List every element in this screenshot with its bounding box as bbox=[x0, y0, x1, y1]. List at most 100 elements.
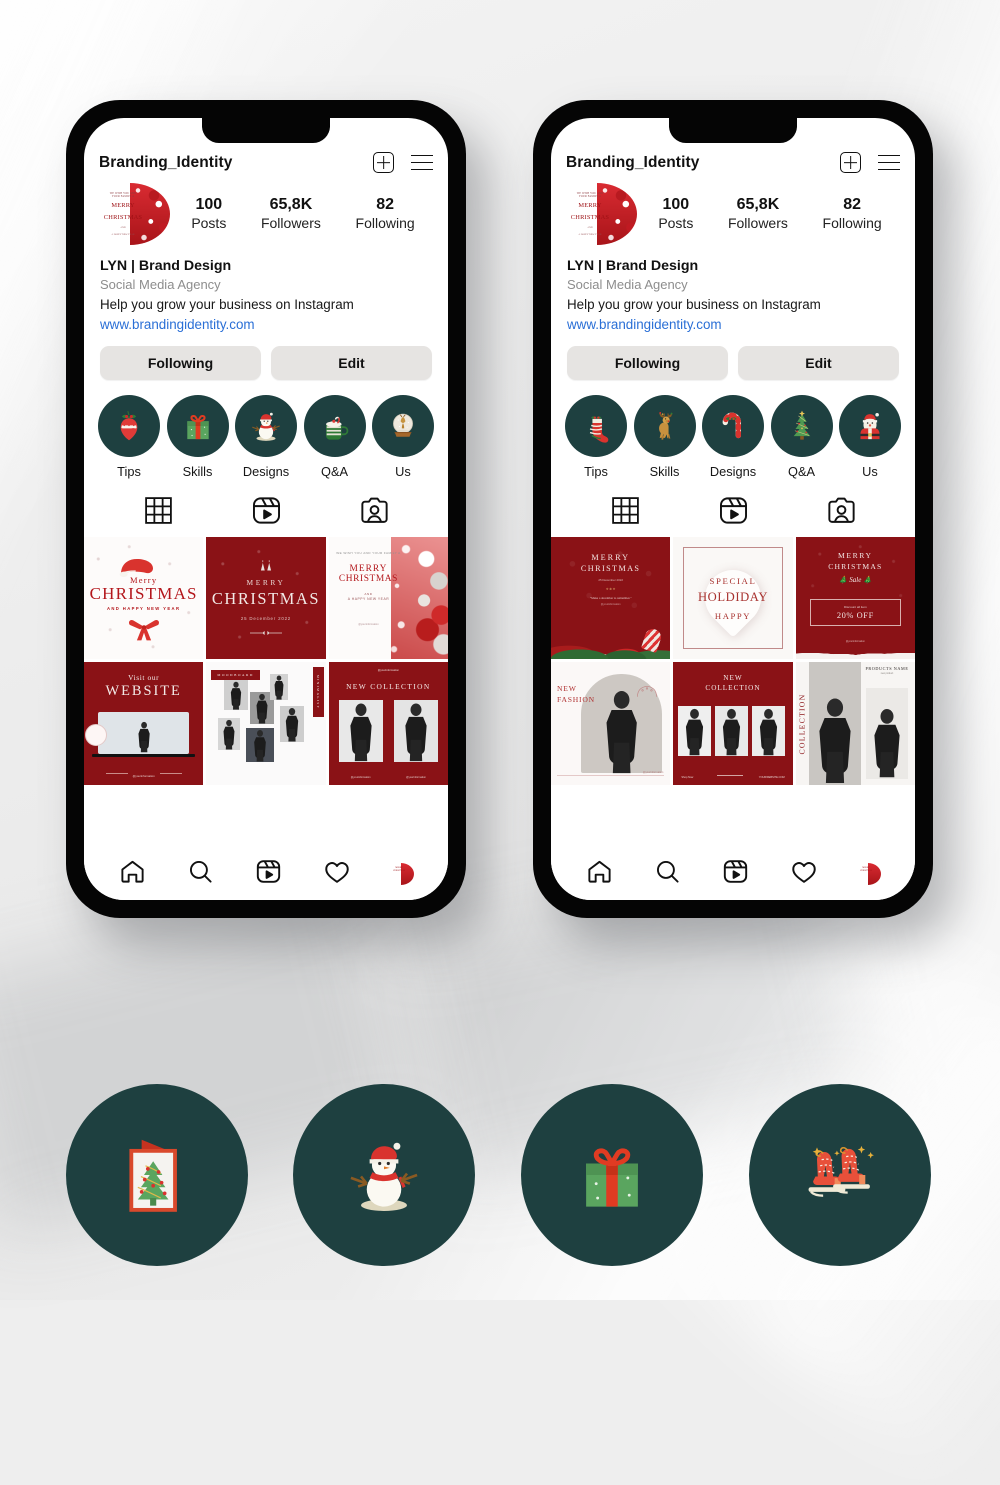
profile-tabs bbox=[84, 479, 448, 537]
post-christmas-sale[interactable]: MERRY CHRISTMAS 🎄 Sale 🎄 Discount all it… bbox=[795, 537, 915, 660]
stat-posts[interactable]: 100 Posts bbox=[658, 196, 693, 233]
post-new-fashion[interactable]: NEW FASHION @yourinformation bbox=[551, 662, 671, 785]
profile-username: Branding_Identity bbox=[566, 153, 700, 171]
home-icon[interactable] bbox=[119, 858, 146, 890]
highlight-tips[interactable]: Tips bbox=[565, 395, 627, 479]
tagged-tab-icon[interactable] bbox=[826, 495, 857, 526]
highlight-designs[interactable]: Designs bbox=[702, 395, 764, 479]
avatar-sub: AND bbox=[587, 226, 593, 230]
post-grid: MERRY CHRISTMAS 25 December 2022 ❊ ✻ ❊ "… bbox=[551, 537, 915, 785]
stat-following[interactable]: 82 Following bbox=[823, 196, 882, 233]
reels-tab-icon[interactable] bbox=[718, 495, 749, 526]
stat-number: 100 bbox=[195, 195, 223, 213]
avatar-sub2: A HAPPY NEW YEAR bbox=[111, 233, 135, 237]
highlight-skills[interactable]: Skills bbox=[166, 395, 229, 479]
hamburger-menu-icon[interactable] bbox=[878, 154, 900, 171]
avatar-line2: YOUR FAMILY A bbox=[111, 195, 135, 199]
bio-description: Help you grow your business on Instagram bbox=[567, 296, 821, 312]
stat-label: Following bbox=[355, 215, 415, 232]
post-collection-products[interactable]: COLLECTION PRODUCTS NAME new product bbox=[795, 662, 915, 785]
reels-icon[interactable] bbox=[722, 858, 749, 890]
bio-website-link[interactable]: www.brandingidentity.com bbox=[100, 316, 432, 333]
profile-avatar-icon[interactable]: MERRY CHRISTMAS bbox=[391, 863, 414, 885]
highlight-us[interactable]: Us bbox=[372, 395, 434, 479]
bio-name: LYN | Brand Design bbox=[567, 258, 699, 274]
bottom-navigation-bar: MERRY CHRISTMAS bbox=[84, 848, 448, 900]
hot-cocoa-mug-icon[interactable] bbox=[303, 395, 366, 458]
profile-stats-row: WE WISH YOU AND YOUR FAMILY A MERRY CHRI… bbox=[84, 173, 448, 245]
stat-number: 82 bbox=[843, 195, 861, 213]
profile-avatar[interactable]: WE WISH YOU AND YOUR FAMILY A MERRY CHRI… bbox=[100, 183, 170, 245]
story-highlights-row: Tips Skills Designs Q&A Us bbox=[551, 380, 915, 479]
post-moodboard[interactable]: MOODBOARD MINIMALIST bbox=[206, 662, 326, 785]
highlight-qa[interactable]: Q&A bbox=[770, 395, 833, 479]
showcase-snowman[interactable] bbox=[293, 1084, 475, 1266]
post-special-holiday[interactable]: SPECIAL HOLDIDAY HAPPY bbox=[673, 537, 793, 660]
snow-globe-icon[interactable] bbox=[372, 395, 434, 458]
reels-icon[interactable] bbox=[255, 858, 282, 890]
highlight-tips[interactable]: Tips bbox=[98, 395, 160, 479]
plus-box-icon[interactable] bbox=[373, 152, 394, 173]
profile-action-buttons: Following Edit bbox=[551, 333, 915, 381]
post-merry-christmas-bow[interactable]: Merry CHRISTMAS AND HAPPY NEW YEAR bbox=[84, 537, 204, 660]
highlight-qa[interactable]: Q&A bbox=[303, 395, 366, 479]
post-merry-christmas-wreath[interactable]: MERRY CHRISTMAS 25 December 2022 ❊ ✻ ❊ "… bbox=[551, 537, 671, 660]
bio-website-link[interactable]: www.brandingidentity.com bbox=[567, 316, 899, 333]
stat-label: Followers bbox=[260, 215, 321, 232]
plus-box-icon[interactable] bbox=[840, 152, 861, 173]
search-icon[interactable] bbox=[654, 858, 681, 890]
profile-bio: LYN | Brand Design Social Media Agency H… bbox=[84, 245, 448, 333]
highlight-us[interactable]: Us bbox=[839, 395, 901, 479]
highlight-label: Skills bbox=[649, 464, 680, 480]
bio-name: LYN | Brand Design bbox=[100, 258, 232, 274]
reels-tab-icon[interactable] bbox=[251, 495, 282, 526]
highlight-skills[interactable]: Skills bbox=[633, 395, 696, 480]
stat-label: Posts bbox=[658, 215, 694, 232]
highlight-label: Us bbox=[862, 464, 878, 480]
grid-tab-icon[interactable] bbox=[143, 495, 174, 526]
snowman-icon[interactable] bbox=[235, 395, 297, 458]
santa-claus-icon[interactable] bbox=[839, 395, 901, 458]
highlight-designs[interactable]: Designs bbox=[235, 395, 297, 479]
post-new-collection[interactable]: @yourinformation NEW COLLECTION @yourinf… bbox=[328, 662, 448, 785]
profile-bio: LYN | Brand Design Social Media Agency H… bbox=[551, 245, 915, 333]
showcase-christmas-card[interactable] bbox=[66, 1084, 248, 1266]
reindeer-icon[interactable] bbox=[633, 395, 696, 458]
home-icon[interactable] bbox=[586, 858, 613, 890]
christmas-stocking-icon[interactable] bbox=[565, 395, 627, 458]
stat-posts[interactable]: 100 Posts bbox=[191, 196, 226, 233]
grid-tab-icon[interactable] bbox=[610, 495, 641, 526]
following-button[interactable]: Following bbox=[567, 346, 728, 381]
profile-avatar[interactable]: WE WISH YOU AND YOUR FAMILY A MERRY CHRI… bbox=[567, 183, 637, 245]
stat-followers[interactable]: 65,8K Followers bbox=[728, 196, 788, 233]
heart-icon[interactable] bbox=[790, 858, 818, 891]
edit-button[interactable]: Edit bbox=[271, 346, 432, 381]
gift-box-icon[interactable] bbox=[166, 395, 229, 458]
tagged-tab-icon[interactable] bbox=[359, 495, 390, 526]
post-visit-our-website[interactable]: Visit our WEBSITE @yourinformation bbox=[84, 662, 204, 785]
christmas-tree-icon[interactable] bbox=[770, 395, 833, 458]
bio-description: Help you grow your business on Instagram bbox=[100, 296, 354, 312]
showcase-gift-box[interactable] bbox=[521, 1084, 703, 1266]
post-new-collection-grid[interactable]: NEW COLLECTION Shop Now YOURWEBSITE.COM bbox=[673, 662, 793, 785]
christmas-ornament-icon[interactable] bbox=[98, 395, 160, 458]
profile-tabs bbox=[551, 479, 915, 537]
edit-button[interactable]: Edit bbox=[738, 346, 899, 381]
phone-screen: Branding_Identity WE WISH YOU AND YOUR F… bbox=[84, 118, 448, 900]
showcase-ice-skates[interactable] bbox=[749, 1084, 931, 1266]
bio-category: Social Media Agency bbox=[567, 277, 688, 293]
phone-screen: Branding_Identity WE WISH YOU AND YOUR F… bbox=[551, 118, 915, 900]
candy-cane-icon[interactable] bbox=[702, 395, 764, 458]
following-button[interactable]: Following bbox=[100, 346, 261, 381]
phone-notch bbox=[202, 118, 330, 143]
heart-icon[interactable] bbox=[323, 858, 351, 891]
avatar-title: MERRY bbox=[578, 202, 602, 210]
profile-avatar-icon[interactable]: MERRY CHRISTMAS bbox=[858, 863, 881, 885]
post-merry-christmas-dark[interactable]: MERRY CHRISTMAS 25 December 2022 bbox=[206, 537, 326, 660]
stat-followers[interactable]: 65,8K Followers bbox=[261, 196, 321, 233]
post-grid: Merry CHRISTMAS AND HAPPY NEW YEAR MERRY… bbox=[84, 537, 448, 785]
search-icon[interactable] bbox=[187, 858, 214, 890]
stat-following[interactable]: 82 Following bbox=[356, 196, 415, 233]
hamburger-menu-icon[interactable] bbox=[411, 154, 433, 171]
post-merry-christmas-baubles[interactable]: WE WISH YOU AND YOUR FAMILY A MERRY CHRI… bbox=[328, 537, 448, 660]
